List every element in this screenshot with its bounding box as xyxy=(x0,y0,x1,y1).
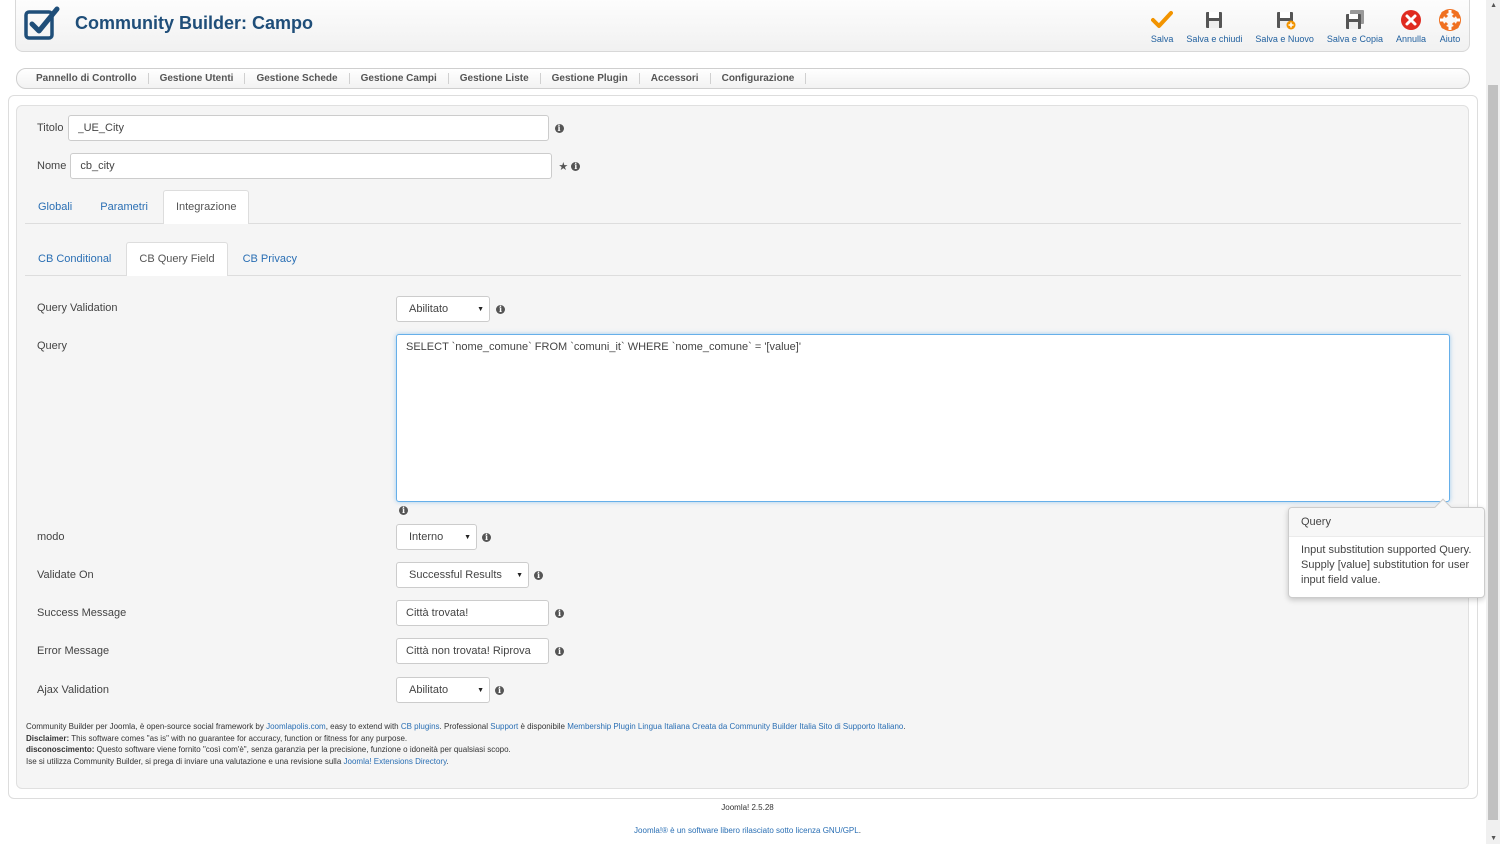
tab-cb-conditional[interactable]: CB Conditional xyxy=(25,242,124,275)
info-icon[interactable]: i xyxy=(496,304,505,314)
tab-cb-query-field[interactable]: CB Query Field xyxy=(126,242,228,276)
info-icon[interactable]: i xyxy=(571,161,581,171)
query-tooltip: Query Input substitution supported Query… xyxy=(1288,498,1485,598)
nav-tools[interactable]: Accessori xyxy=(640,73,711,84)
titolo-input[interactable] xyxy=(67,115,549,141)
validate-on-label: Validate On xyxy=(37,569,94,581)
license-line: Joomla!® è un software libero rilasciato… xyxy=(634,826,861,835)
nav-fields[interactable]: Gestione Campi xyxy=(350,73,449,84)
checkmark-icon xyxy=(1151,11,1174,28)
save-close-button[interactable]: Salva e chiudi xyxy=(1186,9,1242,44)
error-message-field: i xyxy=(396,638,564,664)
credits: Community Builder per Joomla, è open-sou… xyxy=(26,721,906,768)
caret-down-icon: ▼ xyxy=(464,533,471,541)
save-new-button[interactable]: Salva e Nuovo xyxy=(1255,9,1314,44)
info-icon[interactable]: i xyxy=(555,608,564,618)
modo-label: modo xyxy=(37,531,65,543)
italian-support-link[interactable]: Membership Plugin Lingua Italiana Creata… xyxy=(567,722,903,731)
tab-cb-privacy[interactable]: CB Privacy xyxy=(230,242,310,275)
modo-select[interactable]: Interno ▼ xyxy=(396,524,477,550)
info-icon[interactable]: i xyxy=(555,646,564,656)
info-icon[interactable]: i xyxy=(482,532,491,542)
query-validation-label: Query Validation xyxy=(37,302,118,314)
query-label: Query xyxy=(37,340,67,352)
joomla-version: Joomla! 2.5.28 xyxy=(721,803,774,812)
error-message-input[interactable] xyxy=(396,638,549,664)
floppy-copy-icon xyxy=(1345,10,1364,29)
scroll-thumb[interactable] xyxy=(1488,85,1498,820)
ajax-validation-label: Ajax Validation xyxy=(37,684,109,696)
credit-line-1: Community Builder per Joomla, è open-sou… xyxy=(26,722,906,731)
query-validation-select[interactable]: Abilitato ▼ xyxy=(396,296,490,322)
sub-tabs: CB Conditional CB Query Field CB Privacy xyxy=(25,242,1461,276)
validate-on-select[interactable]: Successful Results ▼ xyxy=(396,562,529,588)
joomlapolis-link[interactable]: Joomlapolis.com xyxy=(266,722,326,731)
toolbar: Salva Salva e chiudi Salva e Nuovo Salva… xyxy=(1138,9,1461,44)
tab-globali[interactable]: Globali xyxy=(25,190,85,223)
credit-line-3: disconoscimento: Questo software viene f… xyxy=(26,745,511,755)
ajax-validation-field: Abilitato ▼ i xyxy=(396,677,504,703)
main-nav: Pannello di Controllo Gestione Utenti Ge… xyxy=(16,68,1470,89)
tooltip-body: Input substitution supported Query. Supp… xyxy=(1301,544,1472,586)
nome-input[interactable] xyxy=(70,153,553,179)
jed-link[interactable]: Joomla! Extensions Directory xyxy=(344,757,447,766)
tab-integrazione[interactable]: Integrazione xyxy=(162,190,250,224)
caret-down-icon: ▼ xyxy=(477,305,484,313)
nav-control-panel[interactable]: Pannello di Controllo xyxy=(25,73,149,84)
page-title: Community Builder: Campo xyxy=(75,13,314,33)
nome-row: Nome ★ i xyxy=(37,153,581,179)
main-tabs: Globali Parametri Integrazione xyxy=(25,190,1461,224)
caret-down-icon: ▼ xyxy=(516,571,523,579)
titolo-label: Titolo xyxy=(37,122,64,134)
nav-users[interactable]: Gestione Utenti xyxy=(149,73,246,84)
nav-configuration[interactable]: Configurazione xyxy=(711,73,807,84)
query-textarea[interactable]: SELECT `nome_comune` FROM `comuni_it` WH… xyxy=(396,334,1450,502)
save-button[interactable]: Salva xyxy=(1151,9,1174,44)
titolo-row: Titolo i xyxy=(37,115,564,141)
tab-parametri[interactable]: Parametri xyxy=(87,190,161,223)
info-icon[interactable]: i xyxy=(495,685,504,695)
save-copy-button[interactable]: Salva e Copia xyxy=(1327,9,1383,44)
modo-field: Interno ▼ i xyxy=(396,524,491,550)
validate-on-field: Successful Results ▼ i xyxy=(396,562,543,588)
cancel-icon xyxy=(1400,10,1421,30)
help-icon xyxy=(1439,9,1461,31)
query-validation-field: Abilitato ▼ i xyxy=(396,296,505,322)
credit-line-2: Disclaimer: This software comes "as is" … xyxy=(26,733,408,743)
support-link[interactable]: Support xyxy=(490,722,518,731)
nav-lists[interactable]: Gestione Liste xyxy=(449,73,541,84)
info-icon[interactable]: i xyxy=(554,123,564,133)
info-icon[interactable]: i xyxy=(399,506,408,515)
success-message-input[interactable] xyxy=(396,600,549,626)
nome-label: Nome xyxy=(37,160,67,172)
checkbox-logo-icon xyxy=(24,6,60,40)
tooltip-title: Query xyxy=(1289,508,1484,537)
cb-plugins-link[interactable]: CB plugins xyxy=(401,722,440,731)
info-icon[interactable]: i xyxy=(534,570,543,580)
floppy-plus-icon xyxy=(1276,12,1296,30)
edit-panel: Titolo i Nome ★ i Globali Parametri Inte… xyxy=(16,105,1469,789)
success-message-label: Success Message xyxy=(37,607,127,619)
cancel-button[interactable]: Annulla xyxy=(1396,9,1426,44)
error-message-label: Error Message xyxy=(37,645,110,657)
query-info: i xyxy=(393,502,408,516)
credit-line-4: Ise si utilizza Community Builder, si pr… xyxy=(26,757,449,767)
scroll-up-icon[interactable]: ▲ xyxy=(1490,2,1497,9)
nav-plugins[interactable]: Gestione Plugin xyxy=(541,73,640,84)
nav-tabs[interactable]: Gestione Schede xyxy=(245,73,350,84)
vertical-scrollbar[interactable]: ▲ ▼ xyxy=(1486,0,1500,844)
ajax-validation-select[interactable]: Abilitato ▼ xyxy=(396,677,490,703)
success-message-field: i xyxy=(396,600,564,626)
star-icon: ★ xyxy=(558,160,569,173)
help-button[interactable]: Aiuto xyxy=(1439,9,1461,44)
caret-down-icon: ▼ xyxy=(477,686,484,694)
floppy-icon xyxy=(1206,12,1223,28)
app-header: Community Builder: Campo Salva Salva e c… xyxy=(15,0,1470,52)
gpl-link[interactable]: licenza GNU/GPL xyxy=(796,826,859,835)
scroll-down-icon[interactable]: ▼ xyxy=(1490,835,1497,842)
